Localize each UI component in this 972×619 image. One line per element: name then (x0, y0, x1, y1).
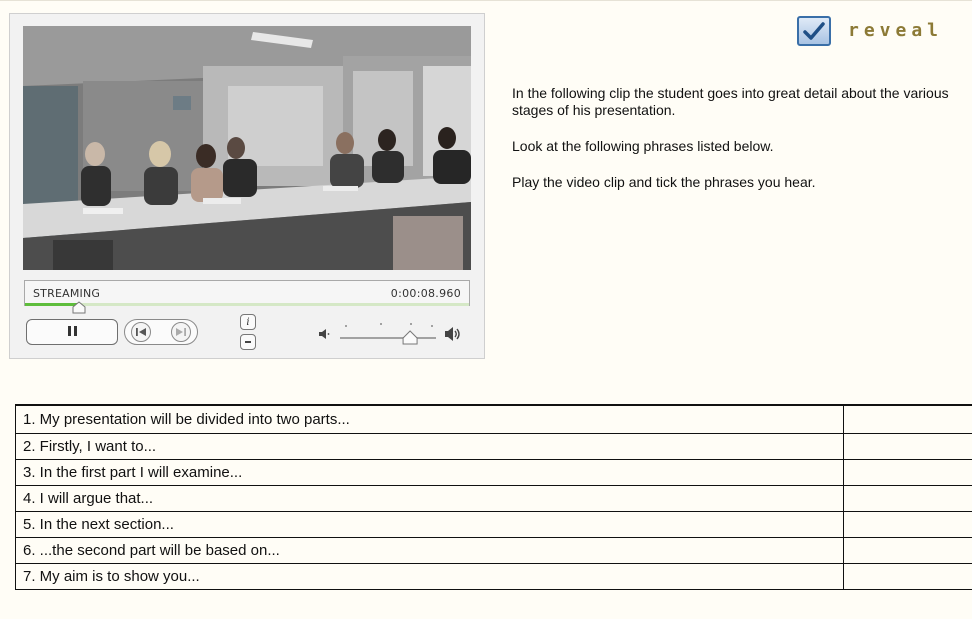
phrase-text: 4. I will argue that... (14, 484, 845, 512)
phrase-table: 1. My presentation will be divided into … (14, 404, 972, 590)
player-controls: i (24, 314, 470, 354)
table-row: 7. My aim is to show you... (14, 562, 972, 590)
tick-cell[interactable] (843, 562, 972, 590)
next-icon (176, 328, 186, 336)
previous-icon (136, 328, 146, 336)
video-frame[interactable] (23, 26, 471, 270)
tick-cell[interactable] (843, 458, 972, 486)
video-player: STREAMING 0:00:08.960 i (9, 13, 485, 359)
streaming-label: STREAMING (33, 287, 101, 300)
volume-high-icon[interactable] (444, 326, 462, 342)
video-still-classroom (23, 26, 471, 270)
instructions: In the following clip the student goes i… (512, 85, 972, 210)
tick-cell[interactable] (843, 510, 972, 538)
phrase-text: 3. In the first part I will examine... (14, 458, 845, 486)
pause-icon (66, 323, 78, 341)
progress-thumb-icon[interactable] (72, 301, 86, 314)
reveal-label: reveal (848, 20, 944, 41)
top-divider (0, 0, 972, 1)
instruction-1: In the following clip the student goes i… (512, 85, 949, 118)
volume-slider[interactable] (336, 318, 440, 348)
progress-fill (25, 303, 79, 306)
phrase-text: 1. My presentation will be divided into … (14, 404, 845, 434)
menu-button[interactable] (240, 334, 256, 350)
table-row: 6. ...the second part will be based on..… (14, 536, 972, 564)
table-row: 2. Firstly, I want to... (14, 432, 972, 460)
streaming-bar: STREAMING 0:00:08.960 (24, 280, 470, 314)
table-row: 5. In the next section... (14, 510, 972, 538)
instruction-3: Play the video clip and tick the phrases… (512, 174, 816, 190)
checkbox-checked-icon (797, 15, 831, 46)
tick-cell[interactable] (843, 432, 972, 460)
info-icon: i (246, 316, 250, 328)
tick-cell[interactable] (843, 484, 972, 512)
table-row: 3. In the first part I will examine... (14, 458, 972, 486)
tick-cell[interactable] (843, 404, 972, 434)
timecode: 0:00:08.960 (390, 287, 461, 300)
progress-track[interactable] (25, 301, 469, 314)
phrase-text: 6. ...the second part will be based on..… (14, 536, 845, 564)
skip-controls (124, 319, 198, 345)
volume-thumb[interactable] (402, 330, 418, 345)
previous-button[interactable] (131, 322, 151, 342)
phrase-text: 2. Firstly, I want to... (14, 432, 845, 460)
table-row: 4. I will argue that... (14, 484, 972, 512)
instruction-2: Look at the following phrases listed bel… (512, 138, 774, 154)
tick-cell[interactable] (843, 536, 972, 564)
menu-icon (245, 341, 251, 343)
phrase-text: 7. My aim is to show you... (14, 562, 845, 590)
pause-button[interactable] (26, 319, 118, 345)
next-button[interactable] (171, 322, 191, 342)
table-row: 1. My presentation will be divided into … (14, 404, 972, 434)
volume-low-icon[interactable] (318, 328, 330, 340)
reveal-toggle[interactable]: reveal (797, 13, 972, 48)
phrase-text: 5. In the next section... (14, 510, 845, 538)
info-button[interactable]: i (240, 314, 256, 330)
